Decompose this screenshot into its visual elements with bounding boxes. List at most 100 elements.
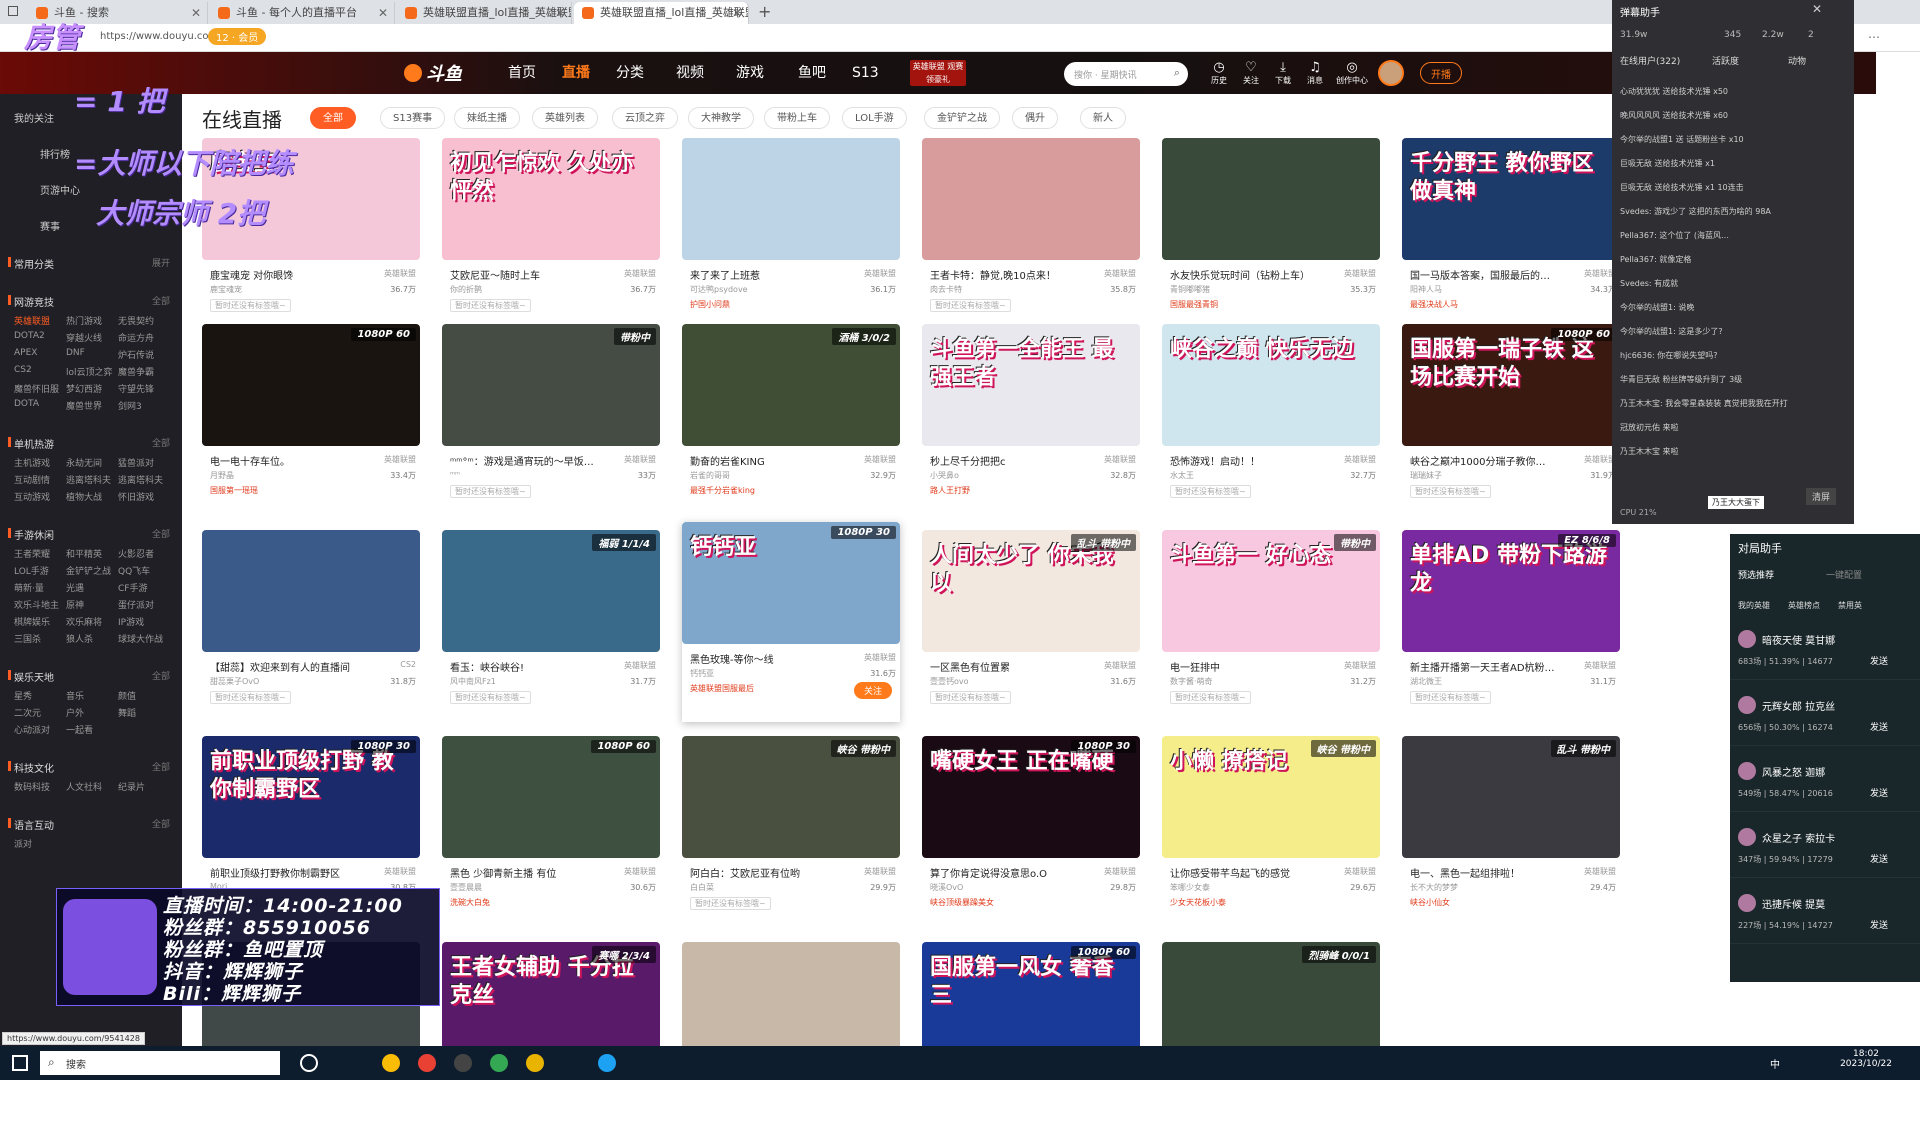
sidebar-category-item[interactable]: 梦幻西游: [66, 382, 102, 395]
sidebar-category-item[interactable]: LOL手游: [14, 564, 49, 577]
streamer-name[interactable]: 阳神人马: [1410, 284, 1442, 295]
stream-category[interactable]: 英雄联盟: [1584, 660, 1616, 671]
stream-category[interactable]: 英雄联盟: [624, 866, 656, 877]
sidebar-more-link[interactable]: 全部: [152, 436, 170, 449]
stream-title[interactable]: 秒上尽千分把把c: [930, 453, 1090, 468]
stream-title[interactable]: 前职业顶级打野教你制霸野区: [210, 865, 370, 880]
app-icon[interactable]: [418, 1054, 436, 1072]
stream-thumbnail[interactable]: 斗鱼第一全能王 最强王者: [922, 324, 1140, 446]
streamer-name[interactable]: 岩雀的哥哥: [690, 470, 730, 481]
send-button[interactable]: 发送: [1870, 720, 1888, 733]
sidebar-category-item[interactable]: 逃离塔科夫: [118, 473, 163, 486]
streamer-name[interactable]: 长不大的梦梦: [1410, 882, 1458, 893]
sidebar-category-item[interactable]: 心动派对: [14, 723, 50, 736]
stream-thumbnail[interactable]: 乱斗 带粉中: [1402, 736, 1620, 858]
stream-category[interactable]: 英雄联盟: [864, 652, 896, 663]
sidebar-category-item[interactable]: 魔兽怀旧服: [14, 382, 59, 395]
sidebar-category-item[interactable]: 纪录片: [118, 780, 145, 793]
sidebar-category-item[interactable]: IP游戏: [118, 615, 144, 628]
creator-button[interactable]: ◎ 创作中心: [1332, 60, 1372, 86]
app-icon[interactable]: [490, 1054, 508, 1072]
stream-thumbnail[interactable]: 福弱 1/1/4: [442, 530, 660, 652]
filter-chip[interactable]: LOL手游: [842, 107, 907, 129]
stream-title[interactable]: 阿白白：艾欧尼亚有位哟: [690, 865, 850, 880]
app-icon[interactable]: [454, 1054, 472, 1072]
sidebar-category-item[interactable]: 热门游戏: [66, 314, 102, 327]
stream-category[interactable]: 英雄联盟: [1104, 268, 1136, 279]
stream-title[interactable]: 【甜蕊】欢迎来到有人的直播间: [210, 659, 370, 674]
sidebar-category-item[interactable]: 怀旧游戏: [118, 490, 154, 503]
sidebar-category-item[interactable]: 金铲铲之战: [66, 564, 111, 577]
sidebar-category-item[interactable]: 魔兽争霸: [118, 365, 154, 378]
stream-card[interactable]: 烈骑峰 0/0/1: [1162, 942, 1380, 1142]
stream-category[interactable]: 英雄联盟: [1344, 454, 1376, 465]
nav-video[interactable]: 视频: [676, 52, 704, 94]
tab-activity[interactable]: 活跃度: [1712, 54, 1739, 67]
stream-title[interactable]: 水友快乐觉玩时间（钻粉上车）: [1170, 267, 1330, 282]
stream-card[interactable]: 斗鱼第一 好心态 带粉中 电一狂排中 英雄联盟 数字酱·萌奇 31.2万 暂时还没有标签哦~: [1162, 530, 1380, 730]
stream-title[interactable]: 新主播开播第一天王者AD杭粉…: [1410, 659, 1570, 674]
stream-category[interactable]: CS2: [400, 660, 416, 669]
chrome-app-icon[interactable]: [382, 1054, 400, 1072]
stream-card[interactable]: 酒桶 3/0/2 勤奋的岩雀KING 英雄联盟 岩雀的哥哥 32.9万 最强千分岩雀kin…: [682, 324, 900, 524]
avatar[interactable]: [1378, 60, 1404, 86]
sidebar-category-item[interactable]: 剑网3: [118, 399, 142, 412]
stream-card[interactable]: 千分野王 教你野区做真神 国一马版本答案，国服最后的… 英雄联盟 阳神人马 34.3万最…: [1402, 138, 1620, 338]
stream-card[interactable]: [682, 942, 900, 1142]
sidebar-category-item[interactable]: 舞蹈: [118, 706, 136, 719]
sidebar-category-item[interactable]: APEX: [14, 348, 37, 358]
streamer-name[interactable]: 可达鸭psydove: [690, 284, 748, 295]
douyu-logo[interactable]: 斗鱼: [404, 60, 462, 86]
sidebar-category-item[interactable]: 欢乐斗地主: [14, 598, 59, 611]
streamer-name[interactable]: 甜蕊栗子OvO: [210, 676, 259, 687]
stream-category[interactable]: 英雄联盟: [1344, 660, 1376, 671]
sidebar-category-item[interactable]: 数码科技: [14, 780, 50, 793]
stream-title[interactable]: 电一狂排中: [1170, 659, 1330, 674]
edge-app-icon[interactable]: [598, 1054, 616, 1072]
stream-category[interactable]: 英雄联盟: [1104, 454, 1136, 465]
sidebar-pagegame[interactable]: 页游中心: [40, 182, 80, 197]
stream-card[interactable]: 单排AD 带粉下路游龙 EZ 8/6/8 新主播开播第一天王者AD杭粉… 英雄联盟 湖北…: [1402, 530, 1620, 730]
stream-thumbnail[interactable]: 初见乍惊欢 久处亦怦然: [442, 138, 660, 260]
sidebar-category-item[interactable]: 和平精英: [66, 547, 102, 560]
sidebar-my-follow[interactable]: 我的关注: [14, 110, 54, 125]
filter-chip[interactable]: 新人: [1080, 107, 1126, 129]
browser-tab-active[interactable]: 英雄联盟直播_lol直播_英雄联盟 ✕: [574, 2, 749, 24]
follow-button[interactable]: ♡ 关注: [1236, 60, 1266, 86]
sidebar-category-item[interactable]: 王者荣耀: [14, 547, 50, 560]
filter-chip[interactable]: 妹纸主播: [454, 107, 520, 129]
stream-title[interactable]: 峡谷之巅冲1000分瑞子教你…: [1410, 453, 1570, 468]
streamer-name[interactable]: 壹壹钙ovo: [930, 676, 969, 687]
sidebar-category-item[interactable]: 穿越火线: [66, 331, 102, 344]
stream-thumbnail[interactable]: 酒桶 3/0/2: [682, 324, 900, 446]
stream-thumbnail[interactable]: 人间太少了 你未我以 乱斗 带粉中: [922, 530, 1140, 652]
stream-title[interactable]: 艾欧尼亚～随时上车: [450, 267, 610, 282]
filter-chip[interactable]: 云顶之弈: [612, 107, 678, 129]
streamer-name[interactable]: 白白菜: [690, 882, 714, 893]
send-button[interactable]: 发送: [1870, 852, 1888, 865]
tab-recommend[interactable]: 预选推荐: [1738, 568, 1774, 581]
stream-title[interactable]: 一区黑色有位置累: [930, 659, 1090, 674]
sidebar-category-item[interactable]: 球球大作战: [118, 632, 163, 645]
streamer-name[interactable]: 肉去卡特: [930, 284, 962, 295]
stream-thumbnail[interactable]: 前职业顶级打野 教你制霸野区 1080P 30: [202, 736, 420, 858]
subtab-banned[interactable]: 禁用英: [1838, 600, 1862, 611]
stream-title[interactable]: 恐怖游戏！启动！！: [1170, 453, 1330, 468]
stream-thumbnail[interactable]: 单排AD 带粉下路游龙 EZ 8/6/8: [1402, 530, 1620, 652]
sidebar-category-item[interactable]: 萌新·量: [14, 581, 44, 594]
stream-category[interactable]: 英雄联盟: [1584, 866, 1616, 877]
stream-card[interactable]: 1080P 60 电一电十存车位。 英雄联盟 月野晶 33.4万 国服第一瑶瑶: [202, 324, 420, 524]
history-button[interactable]: ◷ 历史: [1204, 60, 1234, 86]
sidebar-events[interactable]: 赛事: [40, 218, 60, 233]
stream-card[interactable]: 峡谷 带粉中 阿白白：艾欧尼亚有位哟 英雄联盟 白白菜 29.9万 暂时还没有标签哦~: [682, 736, 900, 936]
stream-title[interactable]: 勤奋的岩雀KING: [690, 453, 850, 468]
streamer-name[interactable]: 水太王: [1170, 470, 1194, 481]
send-button[interactable]: 发送: [1870, 918, 1888, 931]
stream-title[interactable]: ᵐᵐ°ᵐ：游戏是通宵玩的～早饭…: [450, 453, 610, 468]
windows-start-icon[interactable]: [12, 1055, 28, 1071]
stream-title[interactable]: 算了你肯定说得没意思o.O: [930, 865, 1090, 880]
sidebar-category-item[interactable]: 互动游戏: [14, 490, 50, 503]
nav-live[interactable]: 直播: [562, 52, 590, 94]
subtab-hero-rank[interactable]: 英雄榜点: [1788, 600, 1820, 611]
sidebar-category-item[interactable]: 主机游戏: [14, 456, 50, 469]
